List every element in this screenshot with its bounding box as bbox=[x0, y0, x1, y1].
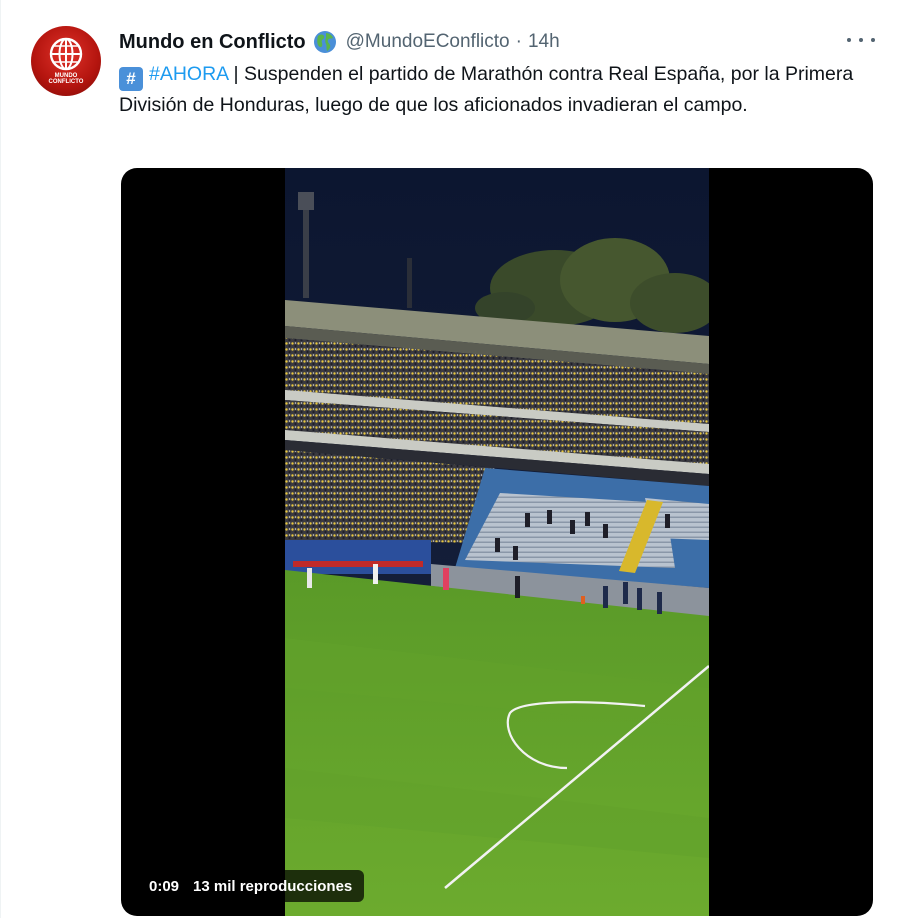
timestamp[interactable]: 14h bbox=[528, 31, 560, 53]
hashtag-link[interactable]: #AHORA bbox=[149, 63, 228, 85]
tweet[interactable]: MUNDO CONFLICTO Mundo en Conflicto @Mund… bbox=[0, 0, 901, 918]
stadium-video-still bbox=[285, 168, 709, 916]
video-info-badge: 0:09 13 mil reproducciones bbox=[137, 870, 365, 902]
earth-globe-americas-icon bbox=[313, 31, 336, 53]
ellipsis-icon bbox=[847, 38, 851, 42]
globe-logo-icon bbox=[49, 37, 83, 71]
video-frame[interactable] bbox=[285, 168, 709, 916]
separator-dot: · bbox=[515, 31, 522, 52]
video-elapsed-time: 0:09 bbox=[149, 877, 180, 895]
display-name[interactable]: Mundo en Conflicto bbox=[119, 31, 306, 54]
more-options-button[interactable] bbox=[847, 30, 875, 50]
video-view-count: 13 mil reproducciones bbox=[193, 877, 353, 895]
tweet-body: | Suspenden el partido de Marathón contr… bbox=[119, 63, 854, 116]
tweet-header: Mundo en Conflicto @MundoEConflicto · 14… bbox=[119, 28, 560, 56]
video-player[interactable] bbox=[121, 168, 873, 916]
keycap-hash-icon: # bbox=[119, 67, 143, 91]
avatar[interactable]: MUNDO CONFLICTO bbox=[31, 26, 101, 96]
avatar-logo-text: MUNDO CONFLICTO bbox=[48, 73, 84, 85]
tweet-text: # #AHORA | Suspenden el partido de Marath… bbox=[119, 60, 879, 121]
handle[interactable]: @MundoEConflicto bbox=[346, 31, 510, 53]
